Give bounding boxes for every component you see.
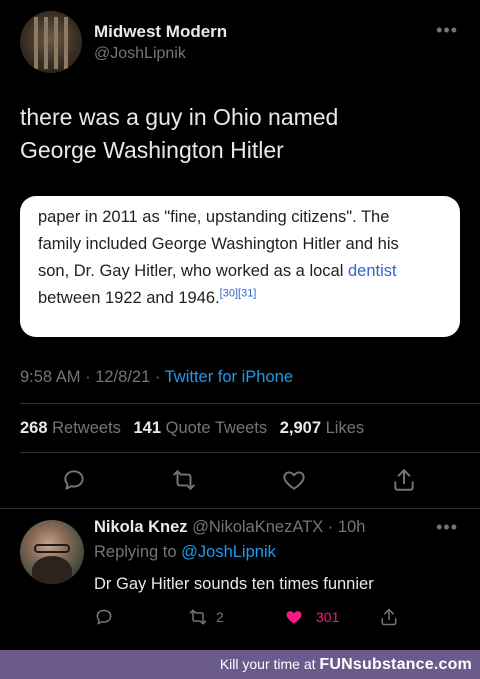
quote-tweets-stat[interactable]: 141 Quote Tweets	[134, 419, 268, 437]
replying-to: Replying to @JoshLipnik	[94, 543, 276, 562]
reply-avatar[interactable]	[20, 520, 84, 584]
share-icon[interactable]	[391, 467, 421, 497]
replying-to-label: Replying to	[94, 543, 182, 561]
reply-retweet-icon	[189, 609, 207, 625]
divider	[20, 403, 480, 404]
media-link-dentist: dentist	[347, 262, 397, 280]
media-text-segment: son, Dr. Gay Hitler, who worked as a loc…	[38, 262, 348, 280]
like-icon[interactable]	[281, 467, 311, 497]
tweet-time[interactable]: 9:58 AM · 12/8/21 ·	[20, 368, 165, 386]
media-citations: [30][31]	[219, 287, 257, 300]
reply-retweet-count: 2	[216, 609, 224, 625]
media-text-line: paper in 2011 as "fine, upstanding citiz…	[38, 208, 390, 226]
divider	[20, 452, 480, 453]
reply-like-icon	[286, 611, 302, 624]
reply-retweet-button[interactable]: 2	[188, 606, 224, 628]
watermark-tagline: Kill your time at	[219, 656, 320, 672]
retweet-icon[interactable]	[171, 467, 201, 497]
watermark-banner: Kill your time at FUNsubstance.com	[0, 650, 480, 679]
tweet-source[interactable]: Twitter for iPhone	[165, 368, 293, 386]
media-text-line: son, Dr. Gay Hitler, who worked as a loc…	[38, 258, 440, 285]
media-text-line: family included George Washington Hitler…	[38, 235, 399, 253]
replying-to-mention[interactable]: @JoshLipnik	[181, 543, 276, 561]
reply-like-button[interactable]: 301	[284, 606, 339, 628]
tweet-stats: 268 Retweets 141 Quote Tweets 2,907 Like…	[20, 419, 364, 438]
tweet-text: there was a guy in Ohio named George Was…	[20, 101, 460, 167]
more-options-icon[interactable]: •••	[436, 21, 458, 39]
divider	[0, 508, 480, 509]
reply-share-icon[interactable]	[379, 606, 399, 628]
reply-more-options-icon[interactable]: •••	[436, 518, 458, 536]
reply-author-name[interactable]: Nikola Knez	[94, 518, 188, 536]
author-handle[interactable]: @JoshLipnik	[94, 45, 186, 63]
tweet-text-line: George Washington Hitler	[20, 137, 284, 163]
likes-stat[interactable]: 2,907 Likes	[280, 419, 364, 437]
reply-icon[interactable]	[61, 467, 91, 497]
tweet-text-line: there was a guy in Ohio named	[20, 104, 339, 130]
media-text-line: between 1922 and 1946.[30][31]	[38, 285, 440, 312]
reply-reply-icon[interactable]	[94, 606, 114, 628]
reply-text: Dr Gay Hitler sounds ten times funnier	[94, 575, 374, 593]
tweet-media-image[interactable]: paper in 2011 as "fine, upstanding citiz…	[20, 196, 460, 337]
reply-author-handle[interactable]: @NikolaKnezATX · 10h	[192, 518, 365, 536]
author-avatar[interactable]	[20, 11, 82, 73]
media-text-segment: between 1922 and 1946.	[38, 289, 220, 307]
retweets-stat[interactable]: 268 Retweets	[20, 419, 121, 437]
reply-header: Nikola Knez @NikolaKnezATX · 10h	[94, 518, 365, 537]
author-name[interactable]: Midwest Modern	[94, 22, 227, 42]
tweet-timestamp: 9:58 AM · 12/8/21 · Twitter for iPhone	[20, 368, 293, 387]
watermark-brand: FUNsubstance.com	[319, 656, 472, 673]
reply-like-count: 301	[316, 609, 340, 625]
